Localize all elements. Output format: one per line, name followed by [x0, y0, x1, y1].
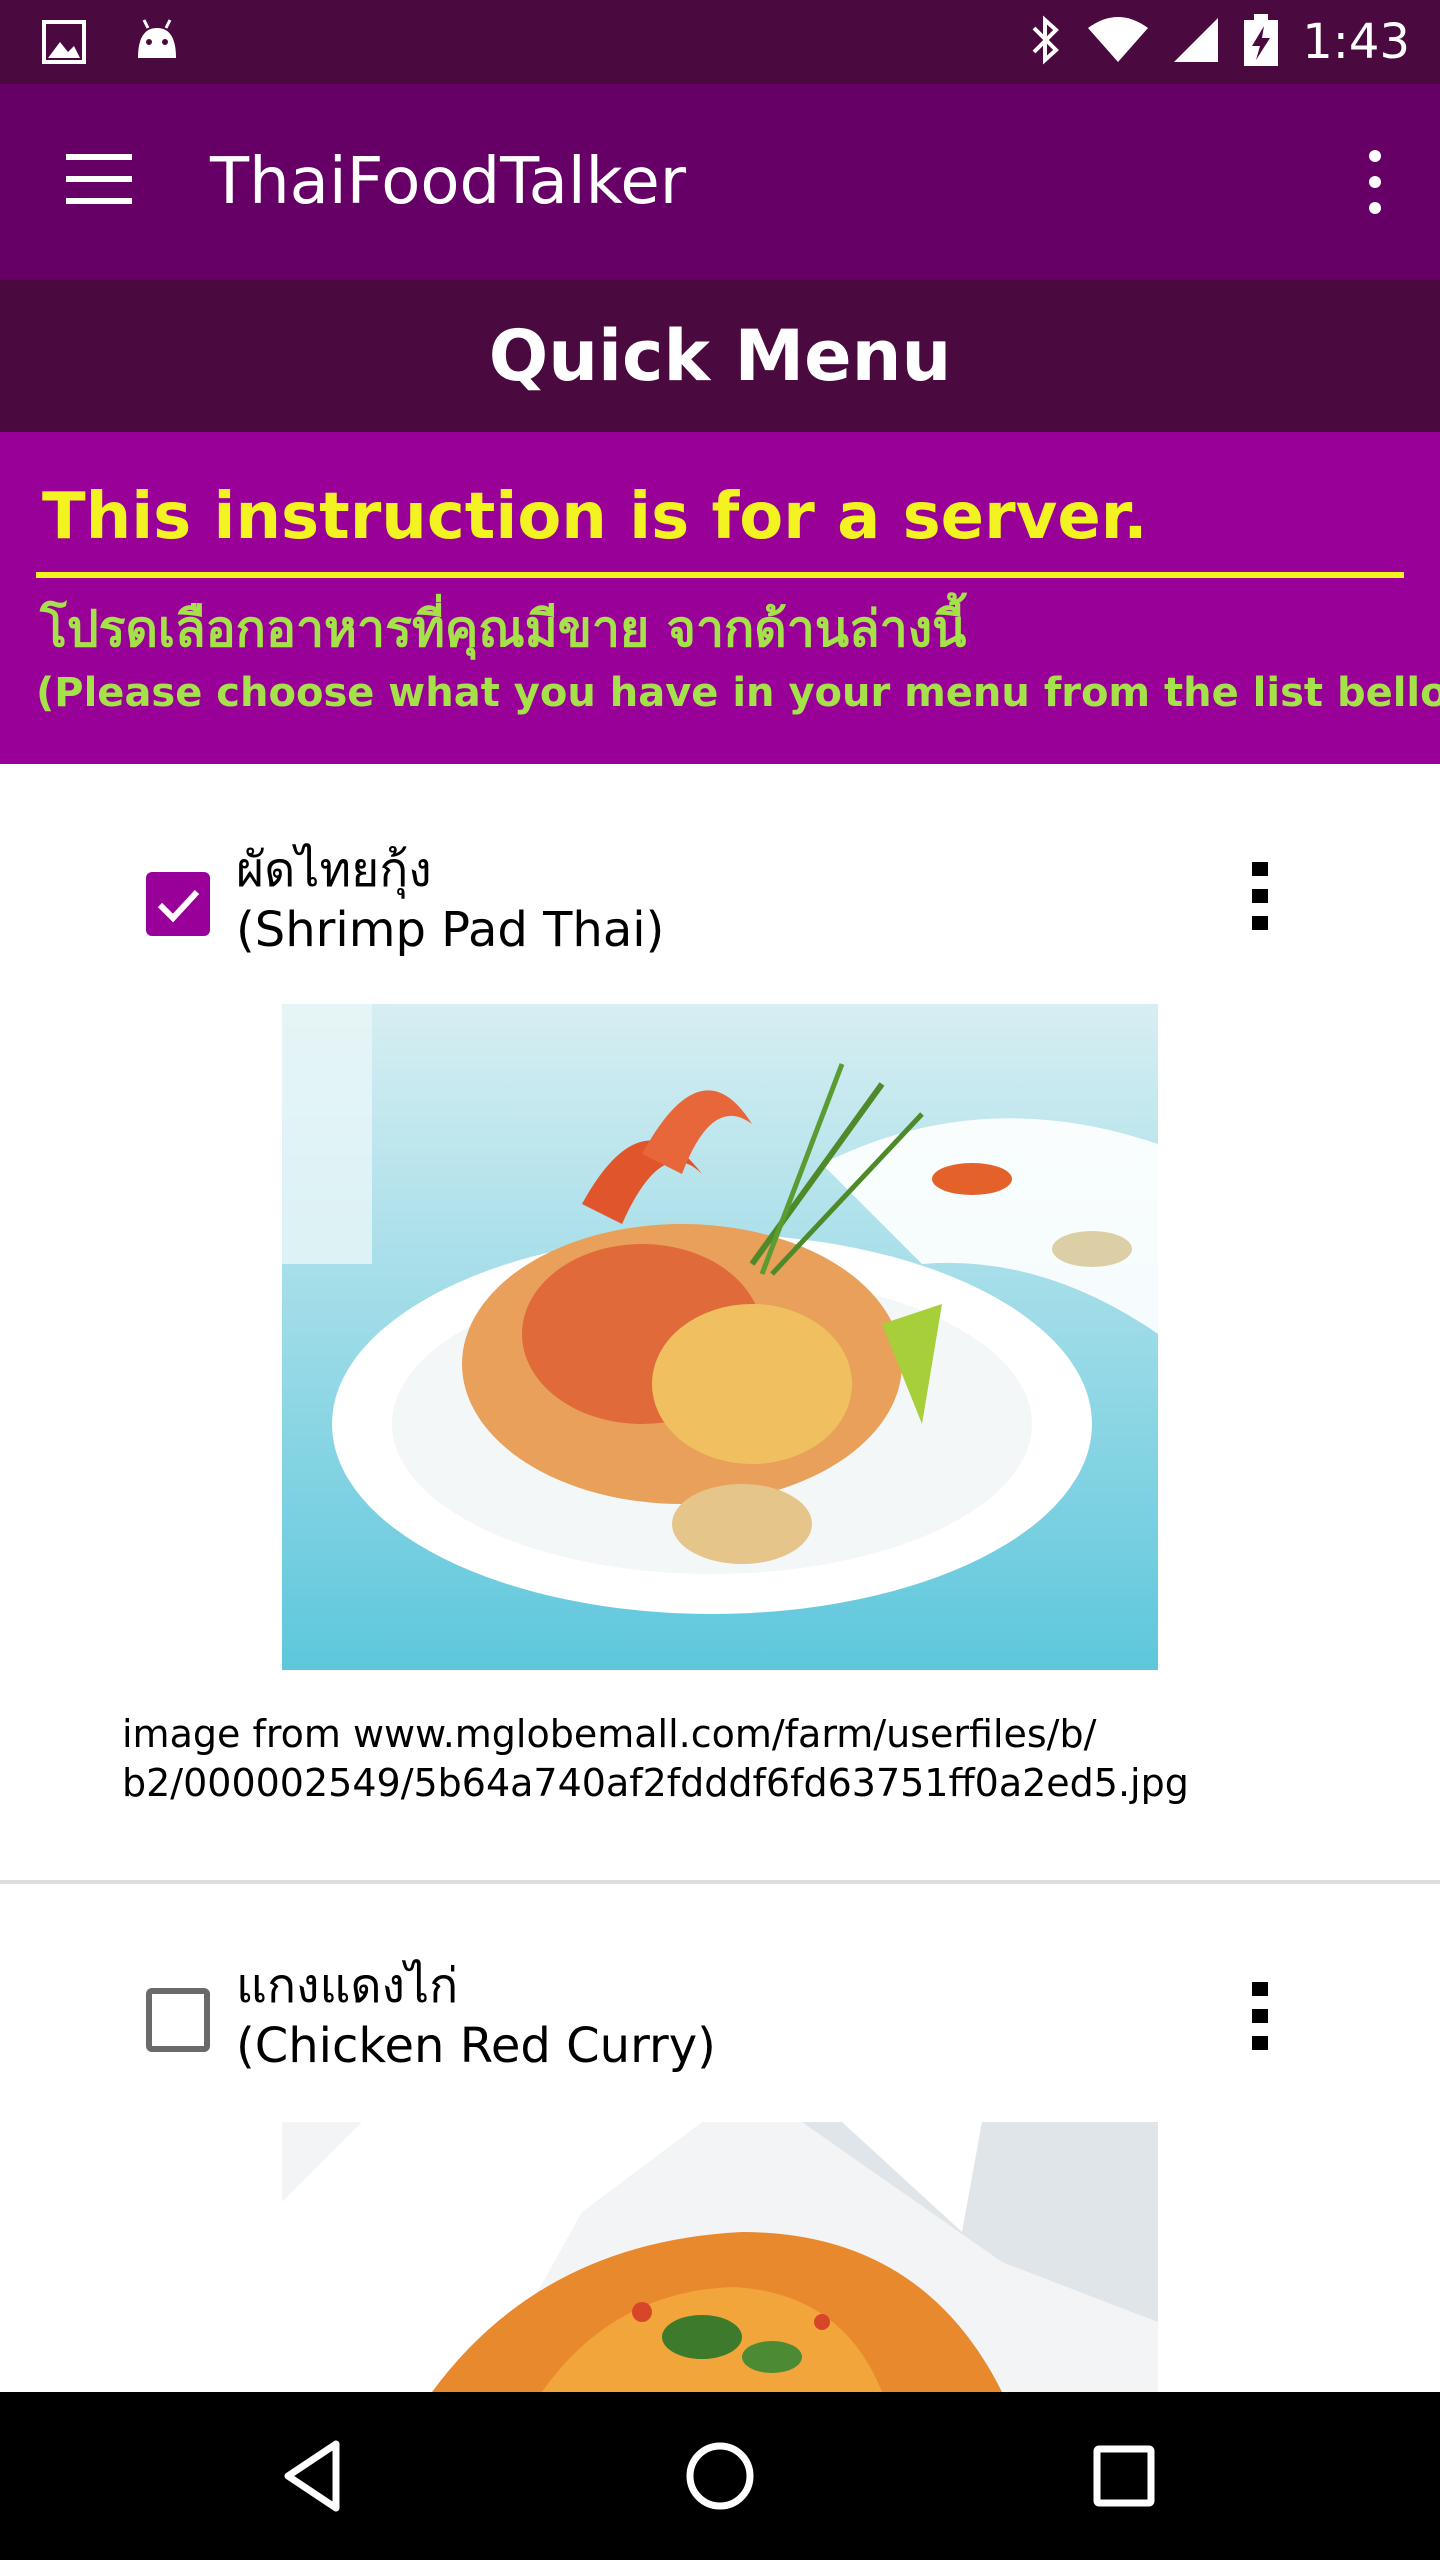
bluetooth-icon [1028, 14, 1064, 71]
item-name: ผัดไทยกุ้ง (Shrimp Pad Thai) [236, 840, 664, 960]
pad-thai-photo [282, 1004, 1158, 1670]
hamburger-menu-icon[interactable] [56, 146, 142, 218]
item-thai-name: ผัดไทยกุ้ง [236, 842, 432, 898]
home-icon[interactable] [670, 2426, 770, 2526]
section-header: Quick Menu [0, 280, 1440, 432]
instruction-panel: This instruction is for a server. โปรดเล… [0, 432, 1440, 764]
item-english-name: (Shrimp Pad Thai) [236, 902, 665, 958]
item-checkbox[interactable] [146, 872, 210, 936]
caption-line: b2/000002549/5b64a740af2fdddf6fd63751ff0… [122, 1761, 1189, 1806]
status-time: 1:43 [1302, 14, 1410, 70]
red-curry-photo [282, 2122, 1158, 2392]
battery-charging-icon [1244, 13, 1279, 71]
navigation-bar [0, 2392, 1440, 2560]
list-item: แกงแดงไก่ (Chicken Red Curry) [0, 1884, 1440, 2392]
item-thai-name: แกงแดงไก่ [236, 1958, 459, 2014]
image-icon [40, 18, 88, 71]
item-name: แกงแดงไก่ (Chicken Red Curry) [236, 1956, 716, 2076]
android-icon [132, 18, 182, 71]
instruction-english-text: (Please choose what you have in your men… [36, 670, 1440, 716]
more-vert-icon[interactable] [1350, 146, 1400, 218]
app-title: ThaiFoodTalker [210, 145, 687, 219]
screen: 1:43 ThaiFoodTalker Quick Menu This inst… [0, 0, 1440, 2560]
signal-icon [1172, 16, 1220, 69]
more-vert-icon[interactable] [1240, 1976, 1280, 2056]
section-title: Quick Menu [488, 315, 952, 397]
instruction-divider [36, 572, 1404, 578]
recents-icon[interactable] [1074, 2426, 1174, 2526]
status-bar: 1:43 [0, 0, 1440, 84]
instruction-title: This instruction is for a server. [42, 480, 1148, 554]
back-icon[interactable] [266, 2426, 366, 2526]
wifi-icon [1088, 16, 1149, 69]
caption-line: image from www.mglobemall.com/farm/userf… [122, 1712, 1097, 1756]
list-item: ผัดไทยกุ้ง (Shrimp Pad Thai) image from … [0, 764, 1440, 1884]
item-english-name: (Chicken Red Curry) [236, 2018, 716, 2074]
image-caption: image from www.mglobemall.com/farm/userf… [122, 1710, 1189, 1809]
app-bar: ThaiFoodTalker [0, 84, 1440, 280]
more-vert-icon[interactable] [1240, 856, 1280, 936]
instruction-thai-text: โปรดเลือกอาหารที่คุณมีขาย จากด้านล่างนี้ [40, 600, 967, 658]
item-checkbox[interactable] [146, 1988, 210, 2052]
